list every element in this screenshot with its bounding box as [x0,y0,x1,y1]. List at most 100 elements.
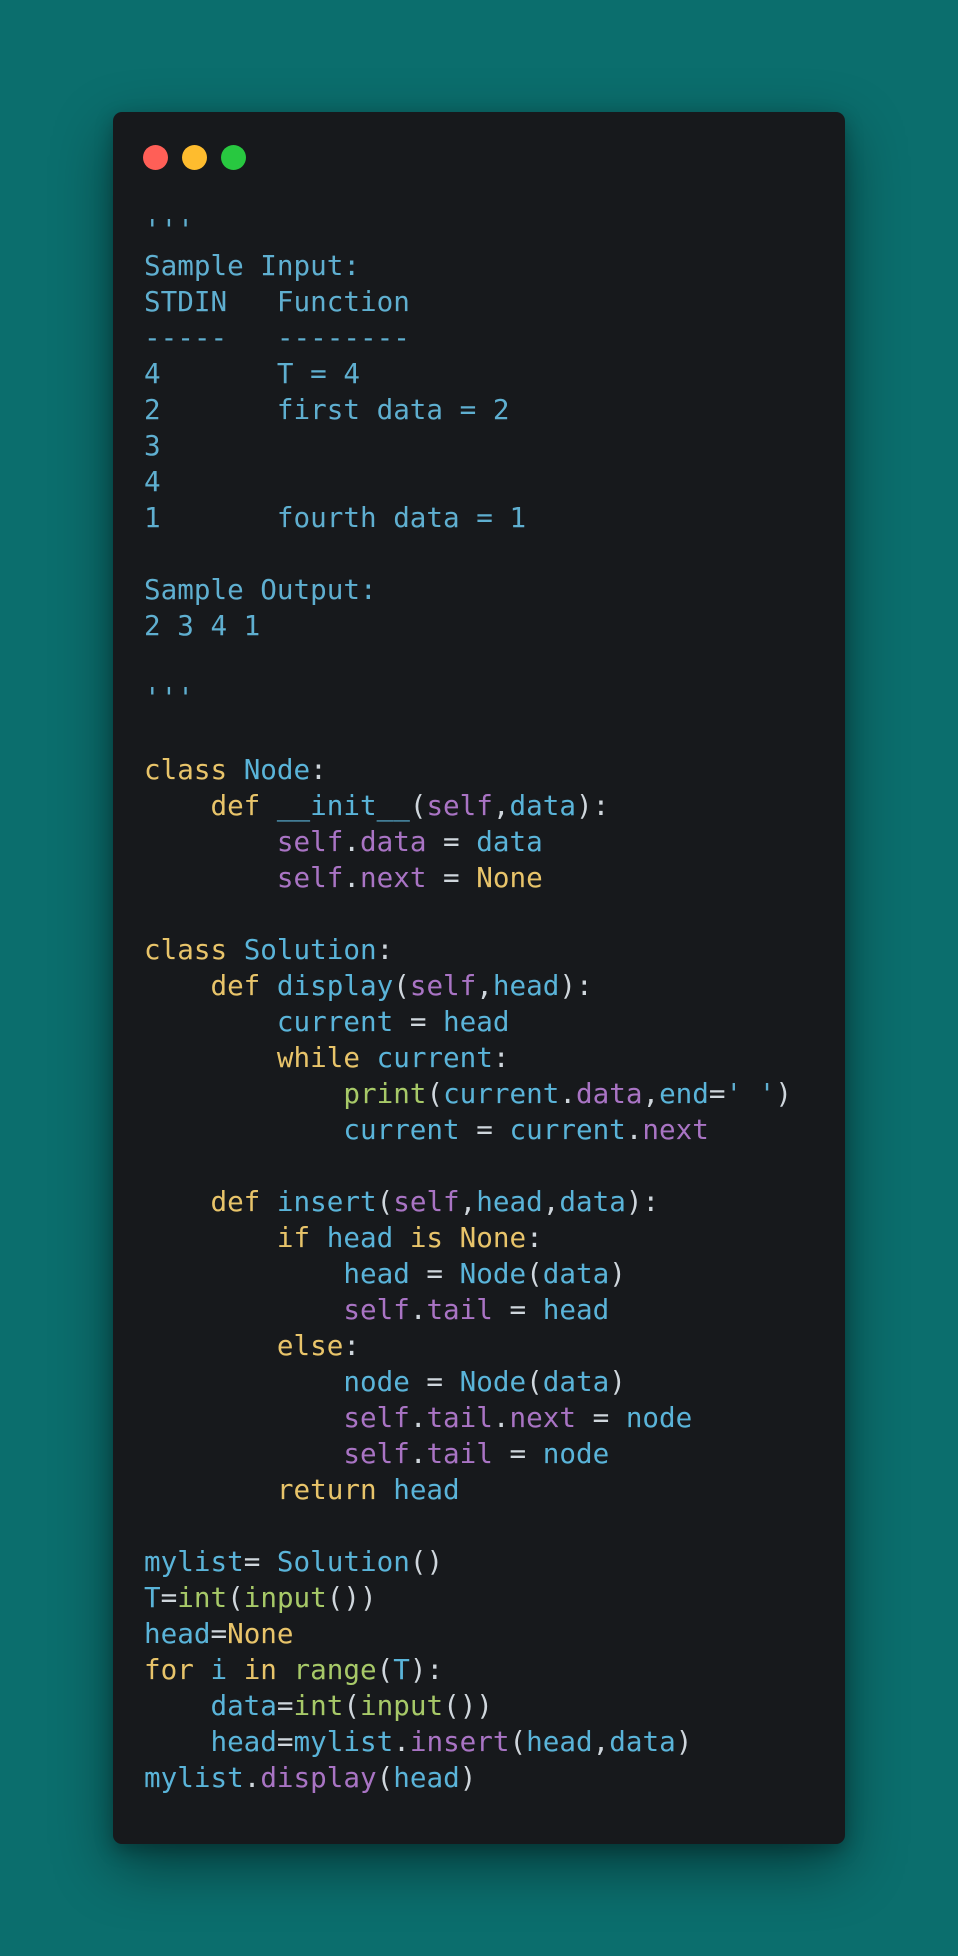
code-token: head [393,1761,460,1794]
code-token: = [492,1293,543,1326]
code-line: self.data = data [144,824,792,860]
code-line: def __init__(self,data): [144,788,792,824]
code-token: . [409,1401,427,1434]
code-line: 1 fourth data = 1 [144,500,792,536]
code-line: self.tail = head [144,1292,792,1328]
code-token: self [343,1293,410,1326]
code-token: , [492,789,510,822]
code-token: ) [775,1077,792,1110]
code-token: ) [459,1761,477,1794]
code-token: head [144,1617,211,1650]
code-token: 3 [144,429,161,462]
code-token: i [210,1653,228,1686]
code-token: def [210,969,277,1002]
code-token: data [476,825,543,858]
code-token: ): [575,789,610,822]
code-token: class [144,753,244,786]
code-token: self [343,1401,410,1434]
code-token: , [542,1185,560,1218]
code-token: self [393,1185,460,1218]
code-token: def [210,789,277,822]
code-token: ) [675,1725,693,1758]
code-token: . [559,1077,576,1110]
code-token: end [659,1077,709,1110]
code-line: 4 T = 4 [144,356,792,392]
window-controls [143,145,246,170]
code-token: = [243,1545,277,1578]
code-token: head [476,1185,543,1218]
code-token: data [559,1185,626,1218]
code-line: print(current.data,end=' ') [144,1076,792,1112]
code-token: is [393,1221,460,1254]
code-line: class Solution: [144,932,792,968]
code-token: ( [409,789,427,822]
code-token: ) [609,1365,626,1398]
code-token: ( [376,1653,394,1686]
code-token: . [393,1725,410,1758]
code-token: ): [559,969,593,1002]
code-token: Sample Input: [144,249,360,282]
code-token: , [459,1185,477,1218]
zoom-dot-icon[interactable] [221,145,246,170]
code-token: . [625,1113,643,1146]
code-token: = [459,1113,510,1146]
code-token: () [409,1545,444,1578]
code-token: Node [459,1365,527,1398]
code-token: head [393,1473,460,1506]
code-token: = [409,1257,460,1290]
code-token: , [592,1725,610,1758]
minimize-dot-icon[interactable] [182,145,207,170]
code-line: while current: [144,1040,792,1076]
code-token: tail [426,1293,493,1326]
code-token: current [509,1113,626,1146]
code-line: self.next = None [144,860,792,896]
code-token: None [476,861,543,894]
code-token: : [526,1221,543,1254]
code-token: int [293,1689,344,1722]
code-line: 2 3 4 1 [144,608,792,644]
code-token: data [575,1077,643,1110]
code-token: head [210,1725,277,1758]
code-token: data [509,789,576,822]
code-token: = [276,1689,294,1722]
code-token: ) [609,1257,626,1290]
code-token: def [210,1185,277,1218]
code-token: None [227,1617,294,1650]
code-token: current [343,1113,460,1146]
close-dot-icon[interactable] [143,145,168,170]
code-line: current = head [144,1004,792,1040]
code-line: for i in range(T): [144,1652,792,1688]
code-token: ()) [443,1689,493,1722]
code-token: head [492,969,560,1002]
code-line: node = Node(data) [144,1364,792,1400]
code-line: ----- -------- [144,320,792,356]
code-token: STDIN Function [144,285,410,318]
code-token: data [542,1365,610,1398]
code-token: ): [625,1185,660,1218]
code-token: T [144,1581,161,1614]
code-line: Sample Output: [144,572,792,608]
code-line: mylist.display(head) [144,1760,792,1796]
code-line: Sample Input: [144,248,792,284]
code-token: mylist [293,1725,394,1758]
code-token: else [276,1329,344,1362]
code-token: insert [276,1185,377,1218]
code-token: node [343,1365,410,1398]
code-token: current [376,1041,493,1074]
code-token: current [276,1005,394,1038]
code-token: = [210,1617,228,1650]
code-token: ()) [326,1581,377,1614]
code-token: self [409,969,477,1002]
code-token: T [393,1653,410,1686]
code-line: ''' [144,680,792,716]
code-token: ( [376,1185,394,1218]
code-line: self.tail = node [144,1436,792,1472]
